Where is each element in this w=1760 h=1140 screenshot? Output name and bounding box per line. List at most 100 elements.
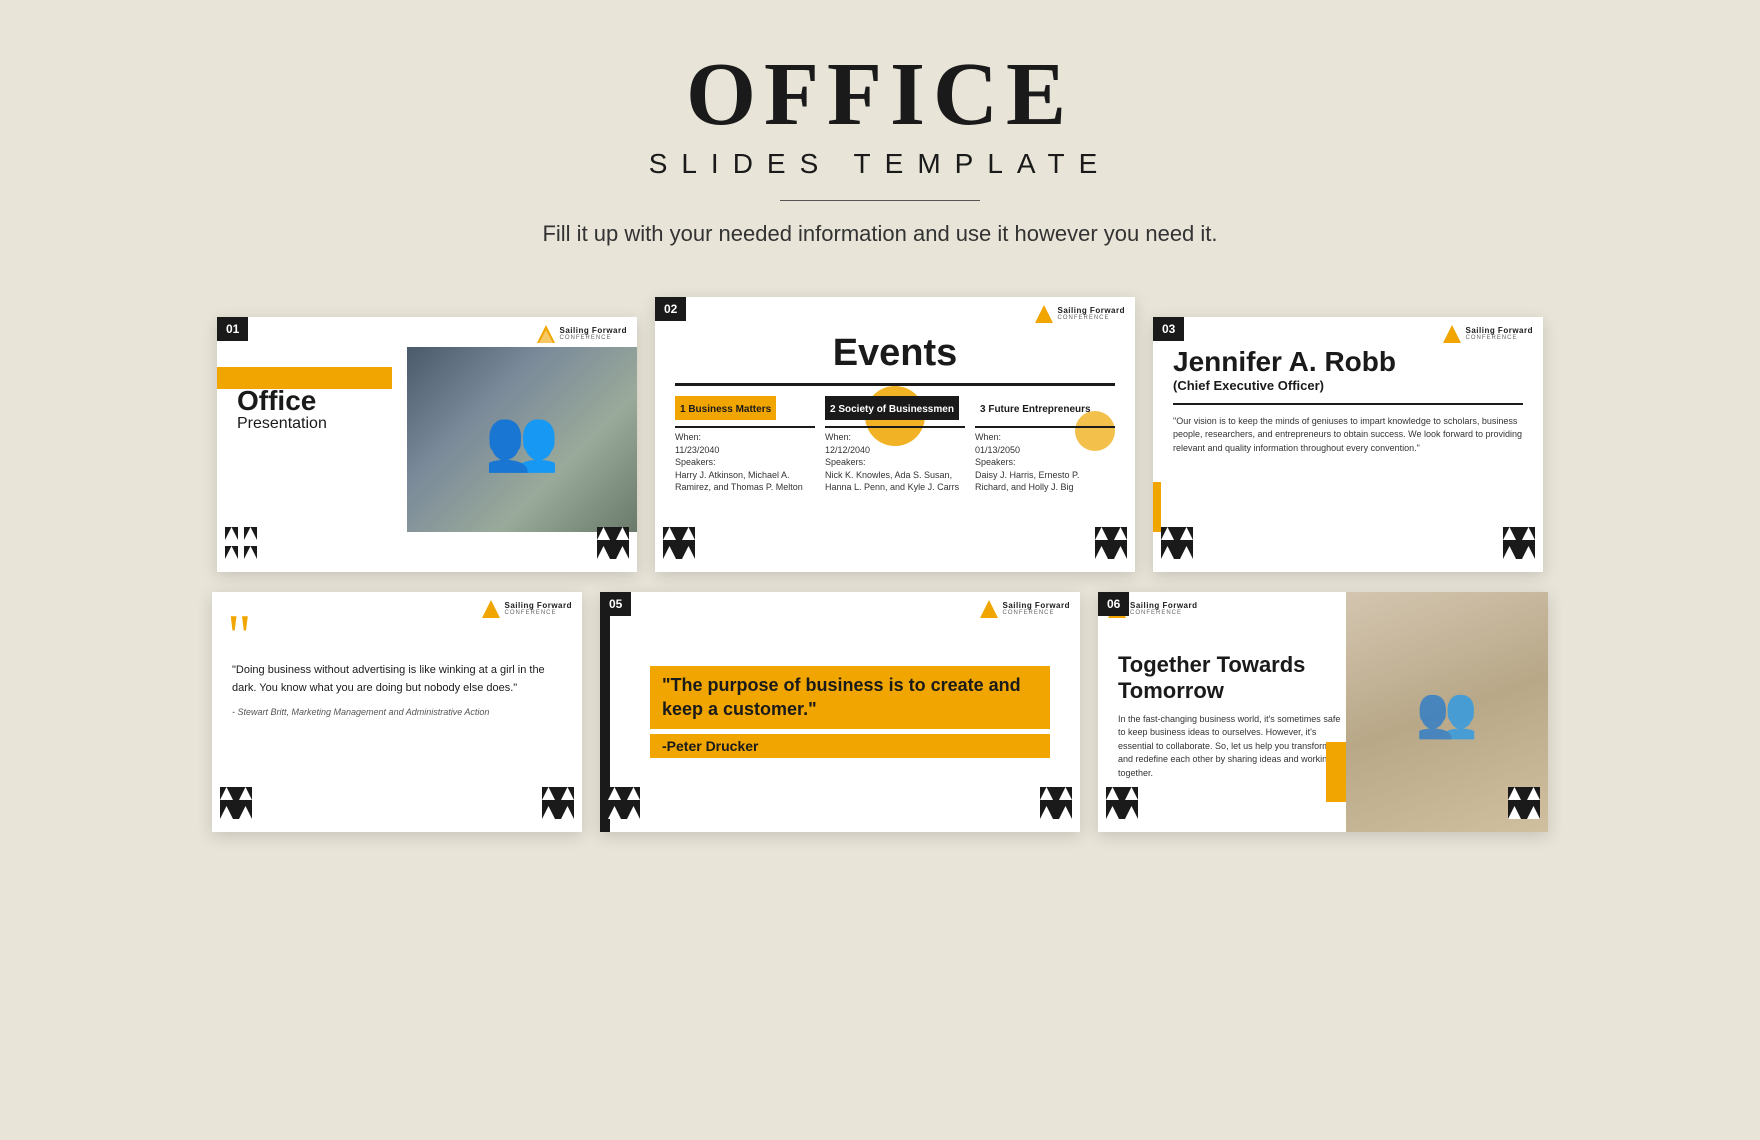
slide-02-number: 02 (655, 297, 686, 321)
slide-02-heading: Events (675, 332, 1115, 375)
slide-04-attribution: - Stewart Britt, Marketing Management an… (232, 707, 562, 717)
page-wrapper: OFFICE SLIDES TEMPLATE Fill it up with y… (0, 0, 1760, 1140)
slide-06-content: Sailing Forward CONFERENCE Together Towa… (1098, 592, 1548, 832)
event-3-when-label: When: (975, 431, 1115, 444)
people-photo (407, 347, 637, 532)
event-1-when: 11/23/2040 (675, 444, 815, 457)
slide-01-main-title: Office (237, 387, 617, 415)
slide-01: Sailing Forward CONFERENCE Office Presen… (217, 317, 637, 572)
slide-05: Sailing Forward CONFERENCE "The purpose … (600, 592, 1080, 832)
slide-01-logo-sub: CONFERENCE (559, 335, 627, 341)
slide-05-logo-name: Sailing Forward (1002, 602, 1070, 610)
logo-icon-3 (1443, 325, 1461, 343)
slide-01-logo: Sailing Forward CONFERENCE (537, 325, 627, 343)
slide-02-logo-name: Sailing Forward (1057, 307, 1125, 315)
slide-03-wrapper[interactable]: 03 Sailing Forward CONFERENCE Jennifer A… (1153, 317, 1543, 572)
slide-06-logo-sub: CONFERENCE (1130, 610, 1198, 616)
slide-04-logo-name: Sailing Forward (504, 602, 572, 610)
event-2-label-bg: 2 Society of Businessmen (825, 396, 959, 420)
slide-03-yellow-bar (1153, 482, 1161, 532)
header-description: Fill it up with your needed information … (0, 221, 1760, 247)
slide-01-bottom-right-icon (597, 527, 629, 564)
logo-icon-4 (482, 600, 500, 618)
event-3-label: 3 Future Entrepreneurs (980, 404, 1091, 415)
slide-03-logo-name: Sailing Forward (1465, 327, 1533, 335)
slide-05-quote-text: "The purpose of business is to create an… (662, 674, 1038, 721)
slide-06-body: In the fast-changing business world, it'… (1118, 713, 1344, 781)
slide-04-quote-text: "Doing business without advertising is l… (232, 662, 562, 697)
events-grid: 1 Business Matters When: 11/23/2040 Spea… (675, 396, 1115, 494)
slide-05-bottom-left-icon (608, 787, 640, 824)
slide-02-logo: Sailing Forward CONFERENCE (1035, 305, 1125, 323)
slide-05-quote-block: "The purpose of business is to create an… (650, 666, 1050, 729)
slide-03-logo-sub: CONFERENCE (1465, 335, 1533, 341)
slide-06-heading: Together Towards Tomorrow (1118, 652, 1344, 705)
slide-03-bottom-left-icon (1161, 527, 1193, 564)
slide-01-sub-title: Presentation (237, 415, 617, 433)
slides-row-1: 01 Sailing Forward CONFERENCE (0, 267, 1760, 582)
slide-02-bottom-right-icon (1095, 527, 1127, 564)
event-1-speakers: Harry J. Atkinson, Michael A. Ramirez, a… (675, 469, 815, 494)
event-2-label: 2 Society of Businessmen (830, 404, 954, 415)
slide-06-bottom-left-icon (1106, 787, 1138, 824)
header: OFFICE SLIDES TEMPLATE Fill it up with y… (0, 0, 1760, 267)
slide-03-content: Sailing Forward CONFERENCE Jennifer A. R… (1153, 317, 1543, 475)
slide-02-logo-sub: CONFERENCE (1057, 315, 1125, 321)
event-3-speakers-label: Speakers: (975, 456, 1115, 469)
event-2-when: 12/12/2040 (825, 444, 965, 457)
slides-row-2: 04 Sailing Forward CONFERENCE " "Doi (0, 582, 1760, 862)
event-1-label: 1 Business Matters (680, 404, 771, 415)
event-2-when-label: When: (825, 431, 965, 444)
logo-icon-5 (980, 600, 998, 618)
event-3-underline (975, 426, 1115, 428)
event-1: 1 Business Matters When: 11/23/2040 Spea… (675, 396, 815, 494)
slide-06: Sailing Forward CONFERENCE Together Towa… (1098, 592, 1548, 832)
page-title: OFFICE (0, 50, 1760, 140)
slide-04-bottom-right-icon (542, 787, 574, 824)
slide-03: Sailing Forward CONFERENCE Jennifer A. R… (1153, 317, 1543, 572)
slide-04: Sailing Forward CONFERENCE " "Doing busi… (212, 592, 582, 832)
slide-05-logo: Sailing Forward CONFERENCE (980, 600, 1070, 618)
slide-04-wrapper[interactable]: 04 Sailing Forward CONFERENCE " "Doi (212, 592, 582, 832)
event-3-label-bg: 3 Future Entrepreneurs (975, 396, 1096, 420)
slide-06-wrapper[interactable]: 06 Sailing Forward CONFERENCE Tog (1098, 592, 1548, 832)
slide-02-wrapper[interactable]: 02 Sailing Forward CONFERENCE Events (655, 297, 1135, 572)
slide-03-quote: "Our vision is to keep the minds of geni… (1173, 415, 1523, 456)
event-1-underline (675, 426, 815, 428)
slide-06-number: 06 (1098, 592, 1129, 616)
event-1-label-bg: 1 Business Matters (675, 396, 776, 420)
event-3-when: 01/13/2050 (975, 444, 1115, 457)
slide-05-bottom-right-icon (1040, 787, 1072, 824)
header-divider (780, 200, 980, 201)
slide-06-yellow-accent (1326, 742, 1346, 802)
slide-01-number: 01 (217, 317, 248, 341)
slide-05-number: 05 (600, 592, 631, 616)
slide-01-wrapper[interactable]: 01 Sailing Forward CONFERENCE (217, 317, 637, 572)
slide-01-titles: Office Presentation (237, 387, 617, 433)
slide-01-content: Sailing Forward CONFERENCE Office Presen… (217, 317, 637, 572)
slide-03-role: (Chief Executive Officer) (1173, 378, 1523, 393)
slide-02-content: Sailing Forward CONFERENCE Events 1 Busi… (655, 297, 1135, 572)
slide-03-divider (1173, 403, 1523, 405)
slide-05-wrapper[interactable]: 05 Sailing Forward CONFERENCE (600, 592, 1080, 832)
quote-mark-icon: " (227, 612, 252, 660)
event-1-speakers-label: Speakers: (675, 456, 815, 469)
event-2-speakers: Nick K. Knowles, Ada S. Susan, Hanna L. … (825, 469, 965, 494)
slide-02: Sailing Forward CONFERENCE Events 1 Busi… (655, 297, 1135, 572)
slide-03-bottom-right-icon (1503, 527, 1535, 564)
slide-03-logo: Sailing Forward CONFERENCE (1443, 325, 1533, 343)
page-subtitle: SLIDES TEMPLATE (0, 148, 1760, 180)
event-2-speakers-label: Speakers: (825, 456, 965, 469)
slide-05-attribution: -Peter Drucker (650, 734, 1050, 758)
slide-05-content: Sailing Forward CONFERENCE "The purpose … (600, 592, 1080, 832)
event-3: 3 Future Entrepreneurs When: 01/13/2050 … (975, 396, 1115, 494)
slide-01-logo-name: Sailing Forward (559, 327, 627, 335)
slide-04-logo: Sailing Forward CONFERENCE (482, 600, 572, 618)
logo-icon-2 (1035, 305, 1053, 323)
event-3-speakers: Daisy J. Harris, Ernesto P. Richard, and… (975, 469, 1115, 494)
slide-01-photo (407, 347, 637, 532)
slide-02-bottom-left-icon (663, 527, 695, 564)
slide-03-number: 03 (1153, 317, 1184, 341)
slide-06-logo-name: Sailing Forward (1130, 602, 1198, 610)
slide-03-name: Jennifer A. Robb (1173, 347, 1523, 378)
